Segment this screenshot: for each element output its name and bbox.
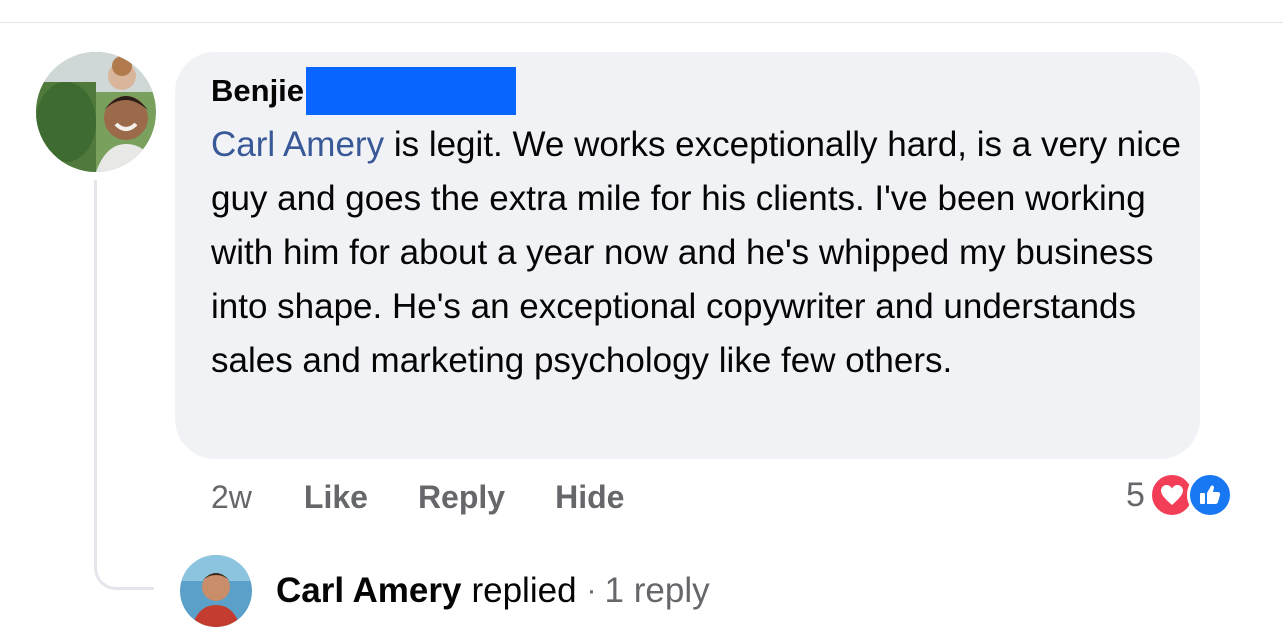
top-divider [0, 22, 1283, 23]
reaction-summary[interactable]: 5 [1126, 470, 1233, 520]
reply-count: 1 reply [604, 571, 710, 610]
comment-author-name[interactable]: Benjie [211, 73, 304, 109]
separator-dot: · [586, 574, 597, 607]
replier-avatar[interactable] [180, 555, 252, 627]
mention-link[interactable]: Carl Amery [211, 125, 384, 164]
hide-button[interactable]: Hide [555, 479, 624, 516]
reply-button[interactable]: Reply [418, 479, 505, 516]
thread-connector-line [94, 180, 154, 590]
thumbs-up-icon [1186, 472, 1233, 518]
redaction-box [306, 67, 517, 115]
replier-name: Carl Amery [276, 571, 462, 610]
reaction-count: 5 [1126, 475, 1145, 514]
comment-body: Carl Amery is legit. We works exceptiona… [211, 118, 1191, 388]
comment-timestamp[interactable]: 2w [211, 479, 252, 516]
commenter-avatar[interactable] [36, 52, 156, 172]
comment-thread: Benjie Carl Amery is legit. We works exc… [0, 0, 1283, 640]
comment-header: Benjie [211, 66, 517, 116]
replied-label: replied [471, 571, 577, 610]
view-replies-link[interactable]: Carl Amery replied · 1 reply [276, 566, 710, 616]
like-button[interactable]: Like [304, 479, 368, 516]
comment-actions: 2w Like Reply Hide [211, 472, 674, 522]
